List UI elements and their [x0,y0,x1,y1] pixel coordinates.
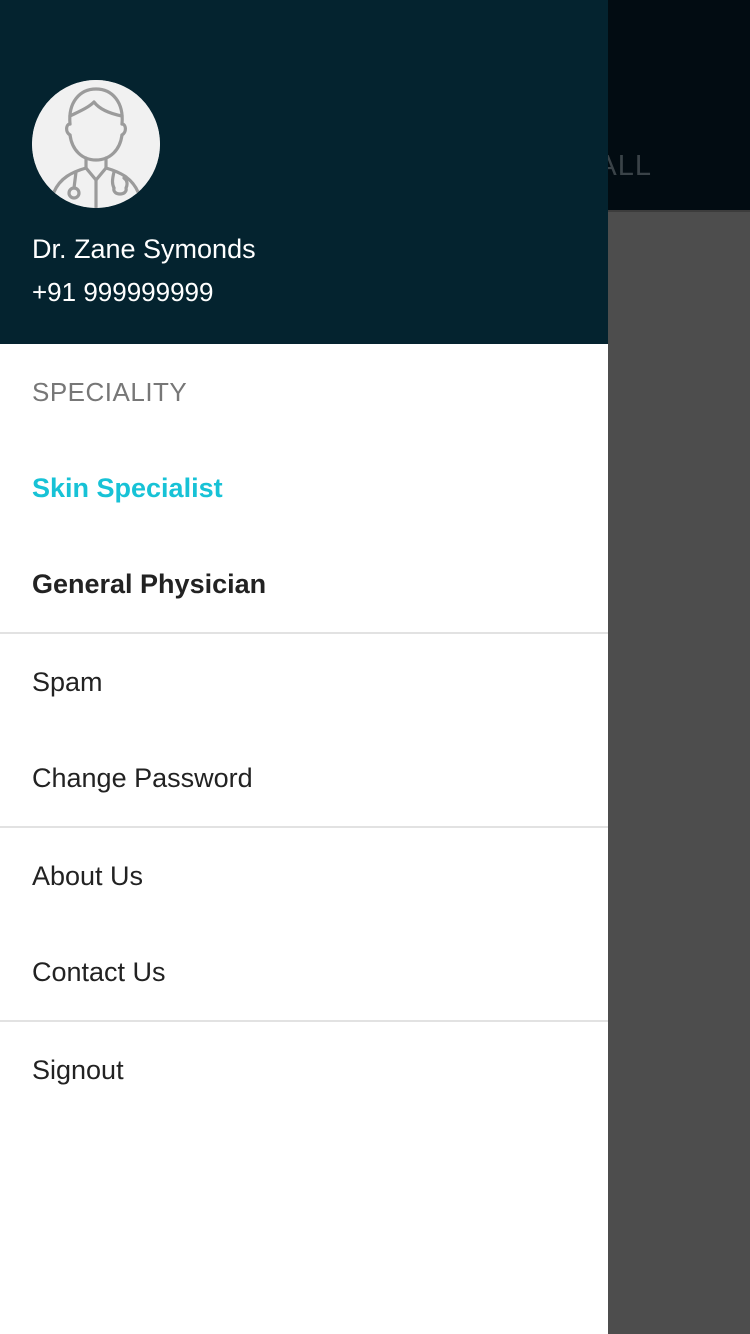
menu-item-about-us[interactable]: About Us [0,828,608,924]
doctor-phone: +91 999999999 [32,277,214,307]
speciality-item-skin-specialist[interactable]: Skin Specialist [0,440,608,536]
menu-item-spam[interactable]: Spam [0,634,608,730]
speciality-item-general-physician[interactable]: General Physician [0,536,608,632]
menu-item-contact-us[interactable]: Contact Us [0,924,608,1020]
navigation-drawer: Dr. Zane Symonds +91 999999999 SPECIALIT… [0,0,608,1334]
menu-item-signout[interactable]: Signout [0,1022,608,1118]
menu-item-change-password[interactable]: Change Password [0,730,608,826]
app-screen: ALL Dr. Zane Symonds +91 999999999 SPECI… [0,0,750,1334]
speciality-section-title: SPECIALITY [32,377,188,407]
drawer-profile-header: Dr. Zane Symonds +91 999999999 [0,0,608,344]
doctor-avatar-icon[interactable] [32,80,160,208]
doctor-name: Dr. Zane Symonds [32,234,256,264]
